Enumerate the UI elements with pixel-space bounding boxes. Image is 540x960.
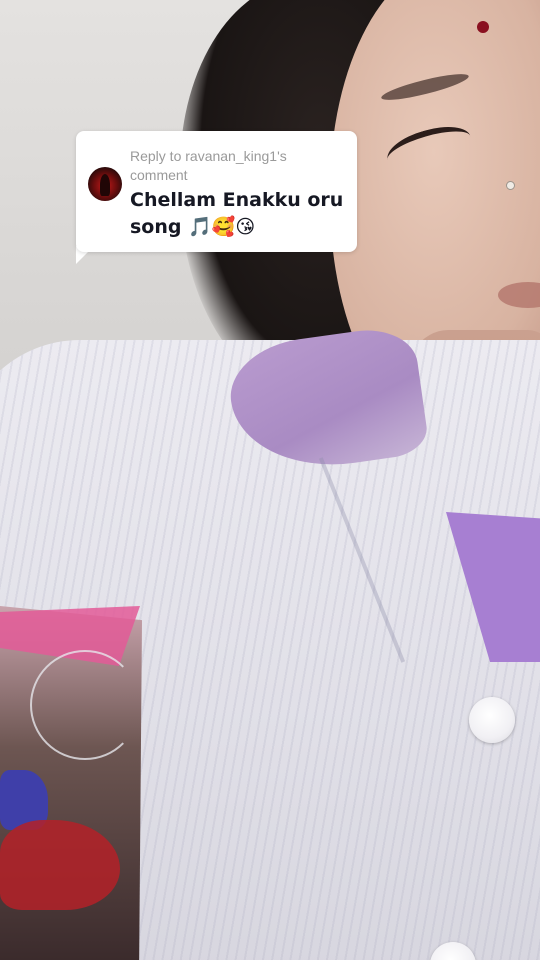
bindi [477,21,489,33]
avatar-figure [100,174,110,196]
reply-comment-bubble[interactable]: Reply to ravanan_king1's comment Chellam… [76,131,357,252]
avatar[interactable] [88,167,122,201]
reply-header: Reply to ravanan_king1's comment [130,148,287,183]
hanging-wire [30,650,140,760]
reply-comment-text: Chellam Enakku oru song 🎵🥰😘 [130,189,344,238]
nose-ring [506,181,515,190]
coat-button [469,697,515,743]
